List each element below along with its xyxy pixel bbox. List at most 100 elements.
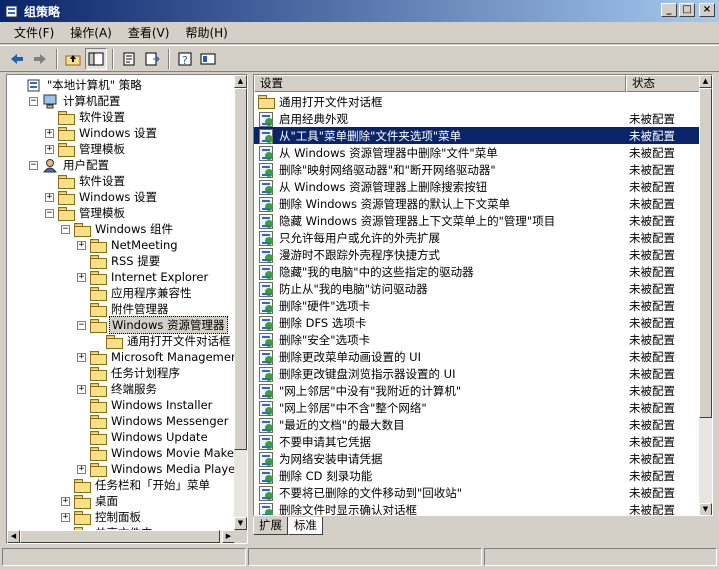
- tree-node[interactable]: 任务栏和「开始」菜单: [61, 477, 212, 493]
- expand-icon[interactable]: +: [45, 192, 54, 202]
- expand-icon[interactable]: +: [77, 464, 86, 474]
- expand-icon[interactable]: +: [77, 352, 86, 362]
- setting-row[interactable]: 隐藏"我的电脑"中的这些指定的驱动器 未被配置: [254, 263, 701, 280]
- setting-row[interactable]: 从 Windows 资源管理器上删除搜索按钮 未被配置: [254, 178, 701, 195]
- expand-icon[interactable]: +: [45, 144, 54, 154]
- collapse-icon[interactable]: −: [45, 208, 54, 218]
- tree-node[interactable]: − 管理模板: [45, 205, 127, 221]
- menu-help[interactable]: 帮助(H): [177, 24, 235, 41]
- scroll-thumb[interactable]: [234, 88, 247, 450]
- forward-button[interactable]: [29, 48, 51, 70]
- tree-node[interactable]: + 终端服务: [77, 381, 159, 397]
- scroll-thumb[interactable]: [699, 88, 712, 418]
- tree-pane[interactable]: "本地计算机" 策略 − 计算机配置 软件设置 + Windows 设置 + 管理模板 − 用户配…: [6, 74, 248, 544]
- properties-button[interactable]: [118, 48, 140, 70]
- expand-icon[interactable]: +: [61, 496, 70, 506]
- tree-view[interactable]: "本地计算机" 策略 − 计算机配置 软件设置 + Windows 设置 + 管理模板 − 用户配…: [7, 75, 235, 530]
- setting-row[interactable]: 为网络安装申请凭据 未被配置: [254, 450, 701, 467]
- setting-row[interactable]: "网上邻居"中没有"我附近的计算机" 未被配置: [254, 382, 701, 399]
- tree-node[interactable]: Windows Messenger: [77, 413, 230, 429]
- export-list-button[interactable]: [141, 48, 163, 70]
- collapse-icon[interactable]: −: [29, 160, 38, 170]
- menu-action[interactable]: 操作(A): [62, 24, 120, 41]
- expand-icon[interactable]: +: [77, 240, 86, 250]
- tree-node[interactable]: − 用户配置: [29, 157, 111, 173]
- tree-node[interactable]: + Windows 设置: [45, 125, 159, 141]
- collapse-icon[interactable]: −: [61, 224, 70, 234]
- scroll-up-button[interactable]: ▲: [234, 75, 247, 88]
- help-button[interactable]: ?: [174, 48, 196, 70]
- settings-list[interactable]: 通用打开文件对话框 启用经典外观 未被配置 从"工具"菜单删除"文件夹选项"菜单 未被配…: [254, 93, 701, 515]
- tree-node[interactable]: Windows Installer: [77, 397, 214, 413]
- setting-row[interactable]: 删除 DFS 选项卡 未被配置: [254, 314, 701, 331]
- tab-standard[interactable]: 标准: [288, 517, 323, 535]
- setting-row[interactable]: 删除"安全"选项卡 未被配置: [254, 331, 701, 348]
- expand-icon[interactable]: +: [45, 128, 54, 138]
- setting-row[interactable]: 删除"硬件"选项卡 未被配置: [254, 297, 701, 314]
- tree-node[interactable]: "本地计算机" 策略: [13, 77, 144, 93]
- tree-node[interactable]: − 计算机配置: [29, 93, 123, 109]
- expand-icon[interactable]: +: [61, 512, 70, 522]
- up-one-level-button[interactable]: [62, 48, 84, 70]
- tree-node[interactable]: 应用程序兼容性: [77, 285, 194, 301]
- tree-node[interactable]: Windows Movie Maker: [77, 445, 235, 461]
- setting-row[interactable]: 删除更改菜单动画设置的 UI 未被配置: [254, 348, 701, 365]
- tree-node[interactable]: 任务计划程序: [77, 365, 182, 381]
- scroll-thumb[interactable]: [20, 530, 220, 543]
- tree-node[interactable]: 附件管理器: [77, 301, 171, 317]
- setting-row[interactable]: 从 Windows 资源管理器中删除"文件"菜单 未被配置: [254, 144, 701, 161]
- menu-view[interactable]: 查看(V): [120, 24, 178, 41]
- tree-node[interactable]: + 桌面: [61, 493, 120, 509]
- show-hide-tree-button[interactable]: [85, 47, 107, 70]
- close-button[interactable]: ×: [699, 3, 715, 17]
- setting-row[interactable]: 隐藏 Windows 资源管理器上下文菜单上的"管理"项目 未被配置: [254, 212, 701, 229]
- setting-row[interactable]: "网上邻居"中不含"整个网络" 未被配置: [254, 399, 701, 416]
- scroll-left-button[interactable]: ◀: [7, 530, 20, 543]
- column-header-state[interactable]: 状态: [626, 75, 701, 92]
- expand-icon[interactable]: +: [77, 384, 86, 394]
- column-header-setting[interactable]: 设置: [254, 75, 626, 92]
- tree-node[interactable]: RSS 提要: [77, 253, 162, 269]
- tree-node[interactable]: + Internet Explorer: [77, 269, 210, 285]
- back-button[interactable]: [6, 48, 28, 70]
- scroll-down-button[interactable]: ▼: [699, 503, 712, 515]
- scroll-down-button[interactable]: ▼: [234, 517, 247, 530]
- tree-node[interactable]: + Windows 设置: [45, 189, 159, 205]
- expand-icon[interactable]: +: [77, 272, 86, 282]
- setting-row[interactable]: 从"工具"菜单删除"文件夹选项"菜单 未被配置: [254, 127, 701, 144]
- scroll-up-button[interactable]: ▲: [699, 75, 712, 88]
- setting-row[interactable]: 删除"映射网络驱动器"和"断开网络驱动器" 未被配置: [254, 161, 701, 178]
- setting-row[interactable]: 启用经典外观 未被配置: [254, 110, 701, 127]
- collapse-icon[interactable]: −: [29, 96, 38, 106]
- setting-row[interactable]: "最近的文档"的最大数目 未被配置: [254, 416, 701, 433]
- setting-row[interactable]: 不要将已删除的文件移动到"回收站" 未被配置: [254, 484, 701, 501]
- tree-node[interactable]: 软件设置: [45, 173, 127, 189]
- setting-row[interactable]: 不要申请其它凭据 未被配置: [254, 433, 701, 450]
- setting-row[interactable]: 漫游时不跟踪外壳程序快捷方式 未被配置: [254, 246, 701, 263]
- tree-node[interactable]: + 管理模板: [45, 141, 127, 157]
- tree-horizontal-scrollbar[interactable]: ◀ ▶: [7, 530, 235, 543]
- settings-list-pane[interactable]: 设置 状态 通用打开文件对话框 启用经典外观 未被配置 从"工具"菜单删除"文件夹选项…: [253, 74, 713, 516]
- tree-node[interactable]: + 控制面板: [61, 509, 143, 525]
- tree-node[interactable]: 软件设置: [45, 109, 127, 125]
- setting-row[interactable]: 删除更改键盘浏览指示器设置的 UI 未被配置: [254, 365, 701, 382]
- setting-row[interactable]: 删除 CD 刻录功能 未被配置: [254, 467, 701, 484]
- tree-node[interactable]: 通用打开文件对话框: [93, 333, 233, 349]
- tree-node[interactable]: − Windows 资源管理器: [77, 316, 228, 334]
- title-bar[interactable]: 组策略 _ □ ×: [0, 0, 719, 22]
- tree-node[interactable]: + Windows Media Player: [77, 461, 235, 477]
- setting-row[interactable]: 删除 Windows 资源管理器的默认上下文菜单 未被配置: [254, 195, 701, 212]
- setting-row[interactable]: 删除文件时显示确认对话框 未被配置: [254, 501, 701, 515]
- tree-vertical-scrollbar[interactable]: ▲ ▼: [234, 75, 247, 530]
- setting-row[interactable]: 只允许每用户或允许的外壳扩展 未被配置: [254, 229, 701, 246]
- list-vertical-scrollbar[interactable]: ▲ ▼: [699, 75, 712, 515]
- minimize-button[interactable]: _: [661, 3, 677, 17]
- tree-node[interactable]: Windows Update: [77, 429, 210, 445]
- tree-node[interactable]: + Microsoft Management: [77, 349, 235, 365]
- tree-node[interactable]: − Windows 组件: [61, 221, 175, 237]
- console-button[interactable]: [197, 48, 219, 70]
- setting-row[interactable]: 通用打开文件对话框: [254, 93, 701, 110]
- maximize-button[interactable]: □: [679, 3, 695, 17]
- tab-extended[interactable]: 扩展: [253, 517, 288, 535]
- menu-file[interactable]: 文件(F): [6, 24, 62, 41]
